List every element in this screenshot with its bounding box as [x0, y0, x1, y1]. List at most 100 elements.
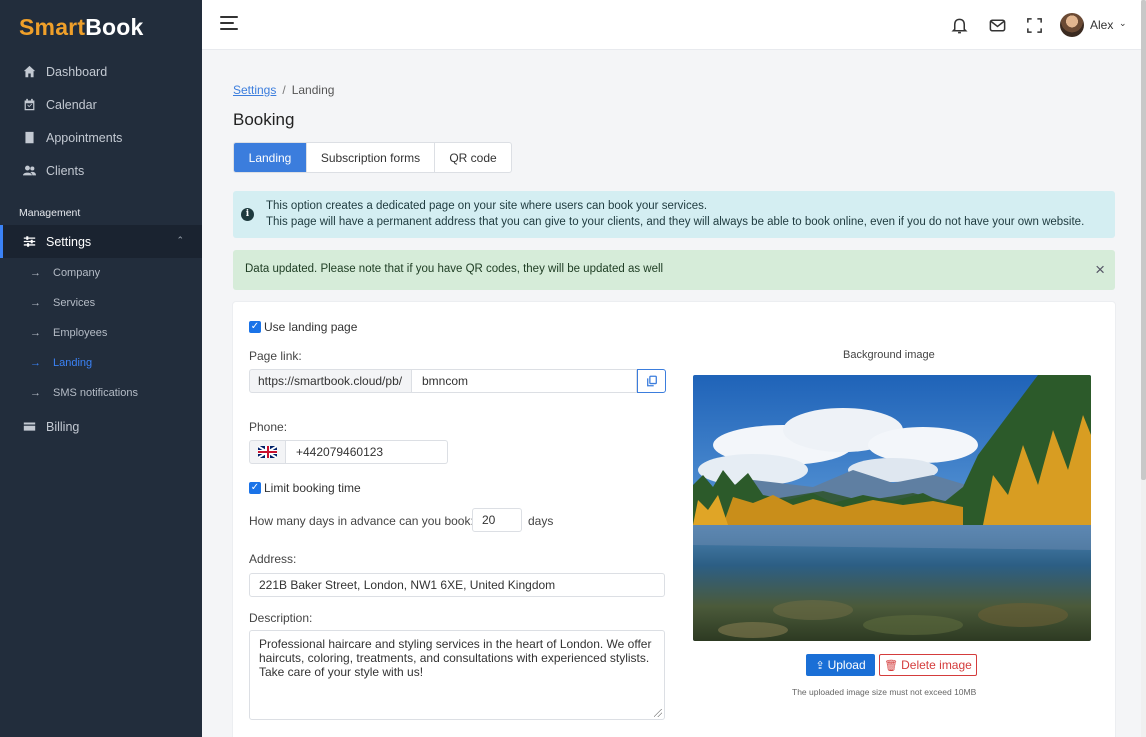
- breadcrumb-separator: /: [282, 83, 286, 97]
- sidebar-item-billing[interactable]: Billing: [0, 410, 202, 443]
- sidebar-subitem-sms-notifications[interactable]: → SMS notifications: [0, 378, 202, 408]
- info-alert-line-1: This option creates a dedicated page on …: [266, 200, 708, 212]
- brand-part-1: Smart: [19, 14, 86, 40]
- checkbox-label: Use landing page: [264, 320, 358, 334]
- calendar-icon: [22, 98, 36, 112]
- background-image-label: Background image: [843, 349, 935, 361]
- phone-label: Phone:: [249, 420, 288, 434]
- advance-days-input[interactable]: 20: [472, 508, 522, 532]
- scrollbar-thumb[interactable]: [1141, 0, 1146, 480]
- sidebar-item-label: Clients: [46, 163, 85, 178]
- chevron-down-icon[interactable]: ⌄: [1119, 18, 1127, 29]
- tab-qr-code[interactable]: QR code: [435, 143, 511, 172]
- page-title: Booking: [233, 110, 295, 129]
- description-textarea[interactable]: Professional haircare and styling servic…: [249, 630, 665, 720]
- page-link-group: https://smartbook.cloud/pb/ bmncom: [249, 369, 666, 393]
- advance-days-unit: days: [528, 514, 554, 528]
- delete-button-label: Delete image: [901, 658, 972, 672]
- use-landing-checkbox[interactable]: ✓ Use landing page: [249, 320, 357, 334]
- sidebar-subitem-services[interactable]: → Services: [0, 288, 202, 318]
- phone-input[interactable]: +442079460123: [286, 440, 448, 464]
- checkbox-checked-icon[interactable]: ✓: [249, 321, 261, 333]
- card-icon: [22, 420, 36, 434]
- sidebar-subitem-label: Employees: [53, 327, 108, 339]
- sidebar-subitem-label: Services: [53, 297, 96, 309]
- delete-image-button[interactable]: 🗑 Delete image: [879, 654, 977, 676]
- sidebar-item-clients[interactable]: Clients: [0, 154, 202, 187]
- phone-group: +442079460123: [249, 440, 448, 464]
- upload-button-label: Upload: [827, 658, 866, 672]
- info-alert-line-2: This page will have a permanent address …: [266, 216, 1085, 228]
- upload-size-hint: The uploaded image size must not exceed …: [792, 687, 977, 697]
- description-text: Professional haircare and styling servic…: [259, 637, 652, 679]
- close-icon[interactable]: ×: [1095, 261, 1105, 278]
- sidebar-item-label: Appointments: [46, 130, 123, 145]
- page-link-input[interactable]: bmncom: [412, 369, 637, 393]
- book-icon: [22, 131, 36, 145]
- sidebar: Smart Book Dashboard Calendar Appointment…: [0, 0, 202, 737]
- info-icon: i: [241, 208, 254, 221]
- avatar[interactable]: [1060, 13, 1084, 37]
- sidebar-item-appointments[interactable]: Appointments: [0, 121, 202, 154]
- copy-link-button[interactable]: [637, 369, 666, 393]
- description-label: Description:: [249, 611, 313, 625]
- sidebar-subitem-label: Landing: [53, 357, 93, 369]
- bell-icon[interactable]: [950, 16, 969, 35]
- address-label: Address:: [249, 552, 297, 566]
- users-icon: [22, 164, 36, 178]
- advance-days-label: How many days in advance can you book:: [249, 514, 474, 528]
- page-link-prefix: https://smartbook.cloud/pb/: [249, 369, 412, 393]
- topbar: Alex ⌄: [202, 0, 1146, 50]
- upload-button[interactable]: ⇪ Upload: [806, 654, 875, 676]
- checkbox-label: Limit booking time: [264, 481, 361, 495]
- chevron-up-icon: ⌃: [176, 235, 184, 245]
- country-selector[interactable]: [249, 440, 286, 464]
- home-icon: [22, 65, 36, 79]
- page-link-label: Page link:: [249, 349, 302, 363]
- arrow-right-icon: →: [30, 327, 41, 339]
- tab-subscription-forms[interactable]: Subscription forms: [307, 143, 435, 172]
- breadcrumb-current: Landing: [291, 83, 335, 97]
- arrow-right-icon: →: [30, 297, 41, 309]
- brand-part-2: Book: [85, 14, 144, 40]
- sidebar-item-label: Billing: [46, 419, 80, 434]
- sidebar-item-label: Calendar: [46, 97, 97, 112]
- tab-landing[interactable]: Landing: [234, 143, 307, 172]
- background-image-preview: [693, 375, 1091, 641]
- arrow-right-icon: →: [30, 357, 41, 369]
- success-alert: Data updated. Please note that if you ha…: [233, 250, 1115, 290]
- page-scrollbar[interactable]: [1141, 0, 1146, 737]
- checkbox-checked-icon[interactable]: ✓: [249, 482, 261, 494]
- breadcrumb-link-settings[interactable]: Settings: [233, 83, 276, 97]
- sidebar-subitem-label: Company: [53, 267, 101, 279]
- sidebar-subitem-label: SMS notifications: [53, 387, 138, 399]
- arrow-right-icon: →: [30, 387, 41, 399]
- sliders-icon: [22, 235, 36, 249]
- sidebar-item-label: Dashboard: [46, 64, 108, 79]
- brand-logo[interactable]: Smart Book: [0, 0, 202, 55]
- mail-icon[interactable]: [988, 16, 1007, 35]
- sidebar-item-dashboard[interactable]: Dashboard: [0, 55, 202, 88]
- sidebar-item-label: Settings: [46, 234, 92, 249]
- limit-booking-checkbox[interactable]: ✓ Limit booking time: [249, 481, 361, 495]
- sidebar-subitem-landing[interactable]: → Landing: [0, 348, 202, 378]
- sidebar-section-label: Management: [19, 207, 81, 219]
- uk-flag-icon: [258, 446, 277, 458]
- address-input[interactable]: 221B Baker Street, London, NW1 6XE, Unit…: [249, 573, 665, 597]
- breadcrumb: Settings / Landing: [233, 83, 334, 97]
- menu-toggle-icon[interactable]: [220, 16, 238, 32]
- user-name[interactable]: Alex: [1090, 18, 1113, 32]
- sidebar-item-settings[interactable]: Settings ⌃: [0, 225, 202, 258]
- resize-grip-icon[interactable]: [654, 709, 662, 717]
- fullscreen-icon[interactable]: [1025, 16, 1044, 35]
- sidebar-subitem-employees[interactable]: → Employees: [0, 318, 202, 348]
- copy-icon: [646, 375, 657, 387]
- sidebar-subitem-company[interactable]: → Company: [0, 258, 202, 288]
- upload-icon: ⇪: [815, 659, 825, 672]
- tab-bar: Landing Subscription forms QR code: [233, 142, 512, 173]
- success-alert-text: Data updated. Please note that if you ha…: [245, 263, 664, 275]
- trash-icon: 🗑: [884, 659, 899, 672]
- sidebar-item-calendar[interactable]: Calendar: [0, 88, 202, 121]
- arrow-right-icon: →: [30, 267, 41, 279]
- info-alert: i This option creates a dedicated page o…: [233, 191, 1115, 238]
